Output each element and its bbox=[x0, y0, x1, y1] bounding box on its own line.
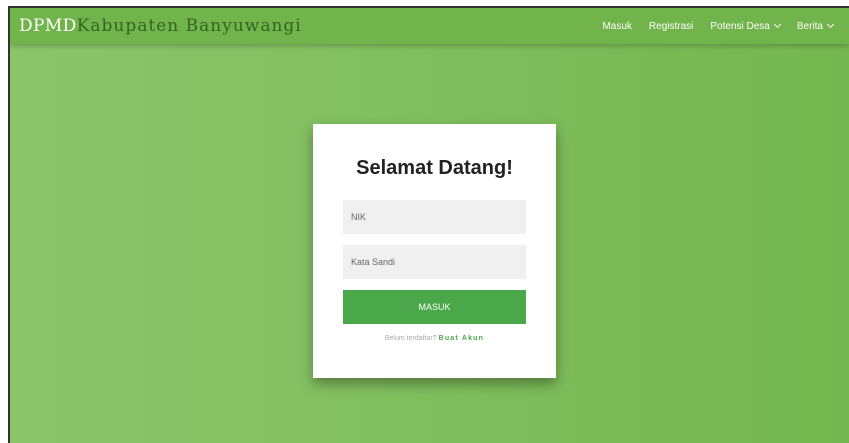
create-account-link[interactable]: Buat Akun bbox=[439, 335, 485, 342]
chevron-down-icon bbox=[773, 20, 781, 29]
nav-link-masuk[interactable]: Masuk bbox=[602, 21, 631, 32]
nav-link-label: Berita bbox=[796, 20, 823, 32]
signup-prompt: Belum terdaftar? Buat Akun bbox=[313, 335, 556, 342]
nav-link-label: Masuk bbox=[602, 20, 632, 32]
nav-link-registrasi[interactable]: Registrasi bbox=[649, 21, 693, 32]
brand-logo[interactable]: DPMD Kabupaten Banyuwangi bbox=[10, 16, 302, 36]
password-input[interactable] bbox=[343, 245, 526, 279]
brand-region: Kabupaten Banyuwangi bbox=[76, 16, 302, 36]
nav-dropdown-potensi-desa[interactable]: Potensi Desa bbox=[710, 20, 781, 32]
nik-input[interactable] bbox=[343, 200, 526, 234]
nav-link-label: Registrasi bbox=[648, 20, 694, 32]
signup-prompt-text: Belum terdaftar? bbox=[384, 335, 437, 342]
nav-links: Masuk Registrasi Potensi Desa Berita bbox=[585, 21, 849, 32]
page-frame: DPMD Kabupaten Banyuwangi Masuk Registra… bbox=[8, 6, 849, 443]
brand-abbreviation: DPMD bbox=[19, 16, 77, 36]
navbar: DPMD Kabupaten Banyuwangi Masuk Registra… bbox=[10, 8, 849, 44]
login-submit-button[interactable]: MASUK bbox=[343, 290, 526, 324]
login-card: Selamat Datang! MASUK Belum terdaftar? B… bbox=[313, 124, 556, 378]
login-title: Selamat Datang! bbox=[356, 157, 513, 179]
nav-link-label: Potensi Desa bbox=[710, 20, 770, 32]
chevron-down-icon bbox=[826, 20, 835, 29]
nav-dropdown-berita[interactable]: Berita bbox=[796, 20, 835, 32]
